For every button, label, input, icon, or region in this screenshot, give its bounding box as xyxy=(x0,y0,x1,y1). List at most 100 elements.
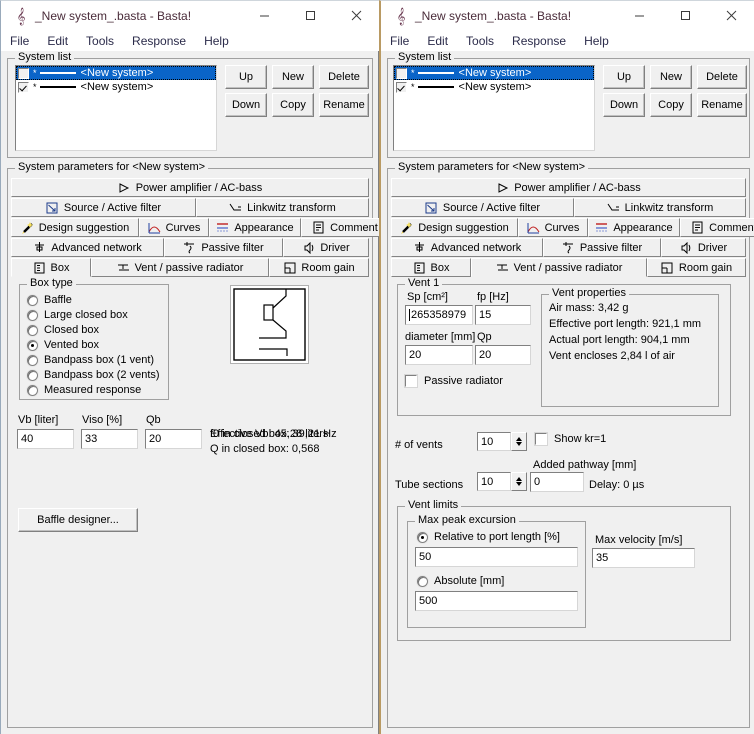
copy-button[interactable]: Copy xyxy=(650,93,692,117)
max-velocity-input[interactable]: 35 xyxy=(592,548,695,568)
menu-item-tools[interactable]: Tools xyxy=(466,34,503,48)
qp-input[interactable]: 20 xyxy=(475,345,531,365)
list-item[interactable]: * <New system> xyxy=(394,66,594,80)
close-button[interactable] xyxy=(333,1,379,30)
tab-box[interactable]: Box xyxy=(391,258,471,277)
fp-input[interactable]: 15 xyxy=(475,305,531,325)
passive-radiator-checkbox[interactable]: Passive radiator xyxy=(405,375,503,387)
tab-curves[interactable]: Curves xyxy=(139,218,209,237)
tab-room-gain[interactable]: Room gain xyxy=(647,258,746,277)
menu-item-edit[interactable]: Edit xyxy=(427,34,457,48)
radio-closed-box[interactable]: Closed box xyxy=(27,324,99,336)
radio-vented-box[interactable]: Vented box xyxy=(27,339,99,351)
tube-sections-arrows[interactable] xyxy=(511,472,527,491)
row-checkbox[interactable] xyxy=(396,67,407,79)
show-kr-checkbox[interactable]: Show kr=1 xyxy=(535,433,606,445)
tab-design-suggestion[interactable]: Design suggestion xyxy=(391,218,518,237)
radio-bandpass-1-vent[interactable]: Bandpass box (1 vent) xyxy=(27,354,154,366)
relative-port-length-input[interactable]: 50 xyxy=(415,547,578,567)
num-vents-spinner[interactable]: 10 xyxy=(477,432,527,451)
sp-input[interactable]: 265358979 xyxy=(405,305,473,325)
radio-measured-response[interactable]: Measured response xyxy=(27,384,141,396)
tab-appearance[interactable]: Appearance xyxy=(588,218,680,237)
menu-item-edit[interactable]: Edit xyxy=(47,34,77,48)
list-item[interactable]: * <New system> xyxy=(394,80,594,94)
menu-item-tools[interactable]: Tools xyxy=(86,34,123,48)
box-type-legend: Box type xyxy=(27,278,76,289)
maximize-button[interactable] xyxy=(662,1,708,30)
delete-button[interactable]: Delete xyxy=(697,65,747,89)
tab-source-active-filter[interactable]: Source / Active filter xyxy=(11,198,196,217)
effective-port-length-text: Effective port length: 921,1 mm xyxy=(549,318,702,330)
system-listbox[interactable]: * <New system> * <New system> xyxy=(393,65,595,151)
list-item[interactable]: * <New system> xyxy=(16,80,216,94)
tab-passive-filter[interactable]: Passive filter xyxy=(164,238,283,257)
rename-button[interactable]: Rename xyxy=(697,93,747,117)
maximize-button[interactable] xyxy=(287,1,333,30)
baffle-designer-button[interactable]: Baffle designer... xyxy=(18,508,138,532)
tab-power-amplifier[interactable]: Power amplifier / AC-bass xyxy=(391,178,746,197)
list-item[interactable]: * <New system> xyxy=(16,66,216,80)
diameter-input[interactable]: 20 xyxy=(405,345,473,365)
qb-label: Qb xyxy=(146,414,161,426)
radio-large-closed-box[interactable]: Large closed box xyxy=(27,309,128,321)
down-button[interactable]: Down xyxy=(603,93,645,117)
system-listbox[interactable]: * <New system> * <New system> xyxy=(15,65,217,151)
radio-baffle[interactable]: Baffle xyxy=(27,294,72,306)
tab-linkwitz-transform[interactable]: Linkwitz transform xyxy=(196,198,369,217)
radio-relative-to-port-length[interactable]: Relative to port length [%] xyxy=(417,531,560,543)
minimize-button[interactable] xyxy=(616,1,662,30)
qb-input[interactable]: 20 xyxy=(145,429,202,449)
menu-item-help[interactable]: Help xyxy=(584,34,618,48)
tab-vent-passive-radiator[interactable]: Vent / passive radiator xyxy=(91,258,269,277)
radio-bandpass-2-vents[interactable]: Bandpass box (2 vents) xyxy=(27,369,160,381)
minimize-button[interactable] xyxy=(241,1,287,30)
row-checkbox[interactable] xyxy=(18,67,29,79)
tube-sections-spinner[interactable]: 10 xyxy=(477,472,527,491)
tab-comment[interactable]: Comment xyxy=(301,218,389,237)
menu-item-response[interactable]: Response xyxy=(132,34,195,48)
tab-advanced-network[interactable]: Advanced network xyxy=(11,238,164,257)
tab-box[interactable]: Box xyxy=(11,258,91,277)
title-bar-left[interactable]: 𝄞 _New system_.basta - Basta! xyxy=(1,1,379,30)
menu-item-help[interactable]: Help xyxy=(204,34,238,48)
radio-absolute-mm[interactable]: Absolute [mm] xyxy=(417,575,504,587)
tab-comment[interactable]: Comment xyxy=(680,218,754,237)
tab-source-active-filter[interactable]: Source / Active filter xyxy=(391,198,574,217)
tube-sections-value[interactable]: 10 xyxy=(477,472,511,491)
menu-item-response[interactable]: Response xyxy=(512,34,575,48)
tab-label: Design suggestion xyxy=(418,221,509,234)
tab-appearance[interactable]: Appearance xyxy=(209,218,301,237)
viso-input[interactable]: 33 xyxy=(81,429,138,449)
down-button[interactable]: Down xyxy=(225,93,267,117)
tab-curves[interactable]: Curves xyxy=(518,218,588,237)
tab-advanced-network[interactable]: Advanced network xyxy=(391,238,543,257)
num-vents-arrows[interactable] xyxy=(511,432,527,451)
tab-driver[interactable]: Driver xyxy=(283,238,369,257)
vb-input[interactable]: 40 xyxy=(17,429,74,449)
absolute-mm-input[interactable]: 500 xyxy=(415,591,578,611)
title-bar-right[interactable]: 𝄞 _New system_.basta - Basta! xyxy=(381,1,754,30)
close-button[interactable] xyxy=(708,1,754,30)
tab-vent-passive-radiator[interactable]: Vent / passive radiator xyxy=(471,258,647,277)
delete-button[interactable]: Delete xyxy=(319,65,369,89)
tab-room-gain[interactable]: Room gain xyxy=(269,258,369,277)
up-button[interactable]: Up xyxy=(603,65,645,89)
tab-label: Linkwitz transform xyxy=(624,201,714,214)
new-button[interactable]: New xyxy=(272,65,314,89)
tab-passive-filter[interactable]: Passive filter xyxy=(543,238,661,257)
row-checkbox[interactable] xyxy=(18,81,29,93)
tab-linkwitz-transform[interactable]: Linkwitz transform xyxy=(574,198,746,217)
tab-driver[interactable]: Driver xyxy=(661,238,746,257)
up-button[interactable]: Up xyxy=(225,65,267,89)
added-pathway-input[interactable]: 0 xyxy=(530,472,584,492)
num-vents-value[interactable]: 10 xyxy=(477,432,511,451)
tab-power-amplifier[interactable]: Power amplifier / AC-bass xyxy=(11,178,369,197)
menu-item-file[interactable]: File xyxy=(390,34,418,48)
tab-design-suggestion[interactable]: Design suggestion xyxy=(11,218,139,237)
new-button[interactable]: New xyxy=(650,65,692,89)
copy-button[interactable]: Copy xyxy=(272,93,314,117)
row-checkbox[interactable] xyxy=(396,81,407,93)
menu-item-file[interactable]: File xyxy=(10,34,38,48)
rename-button[interactable]: Rename xyxy=(319,93,369,117)
